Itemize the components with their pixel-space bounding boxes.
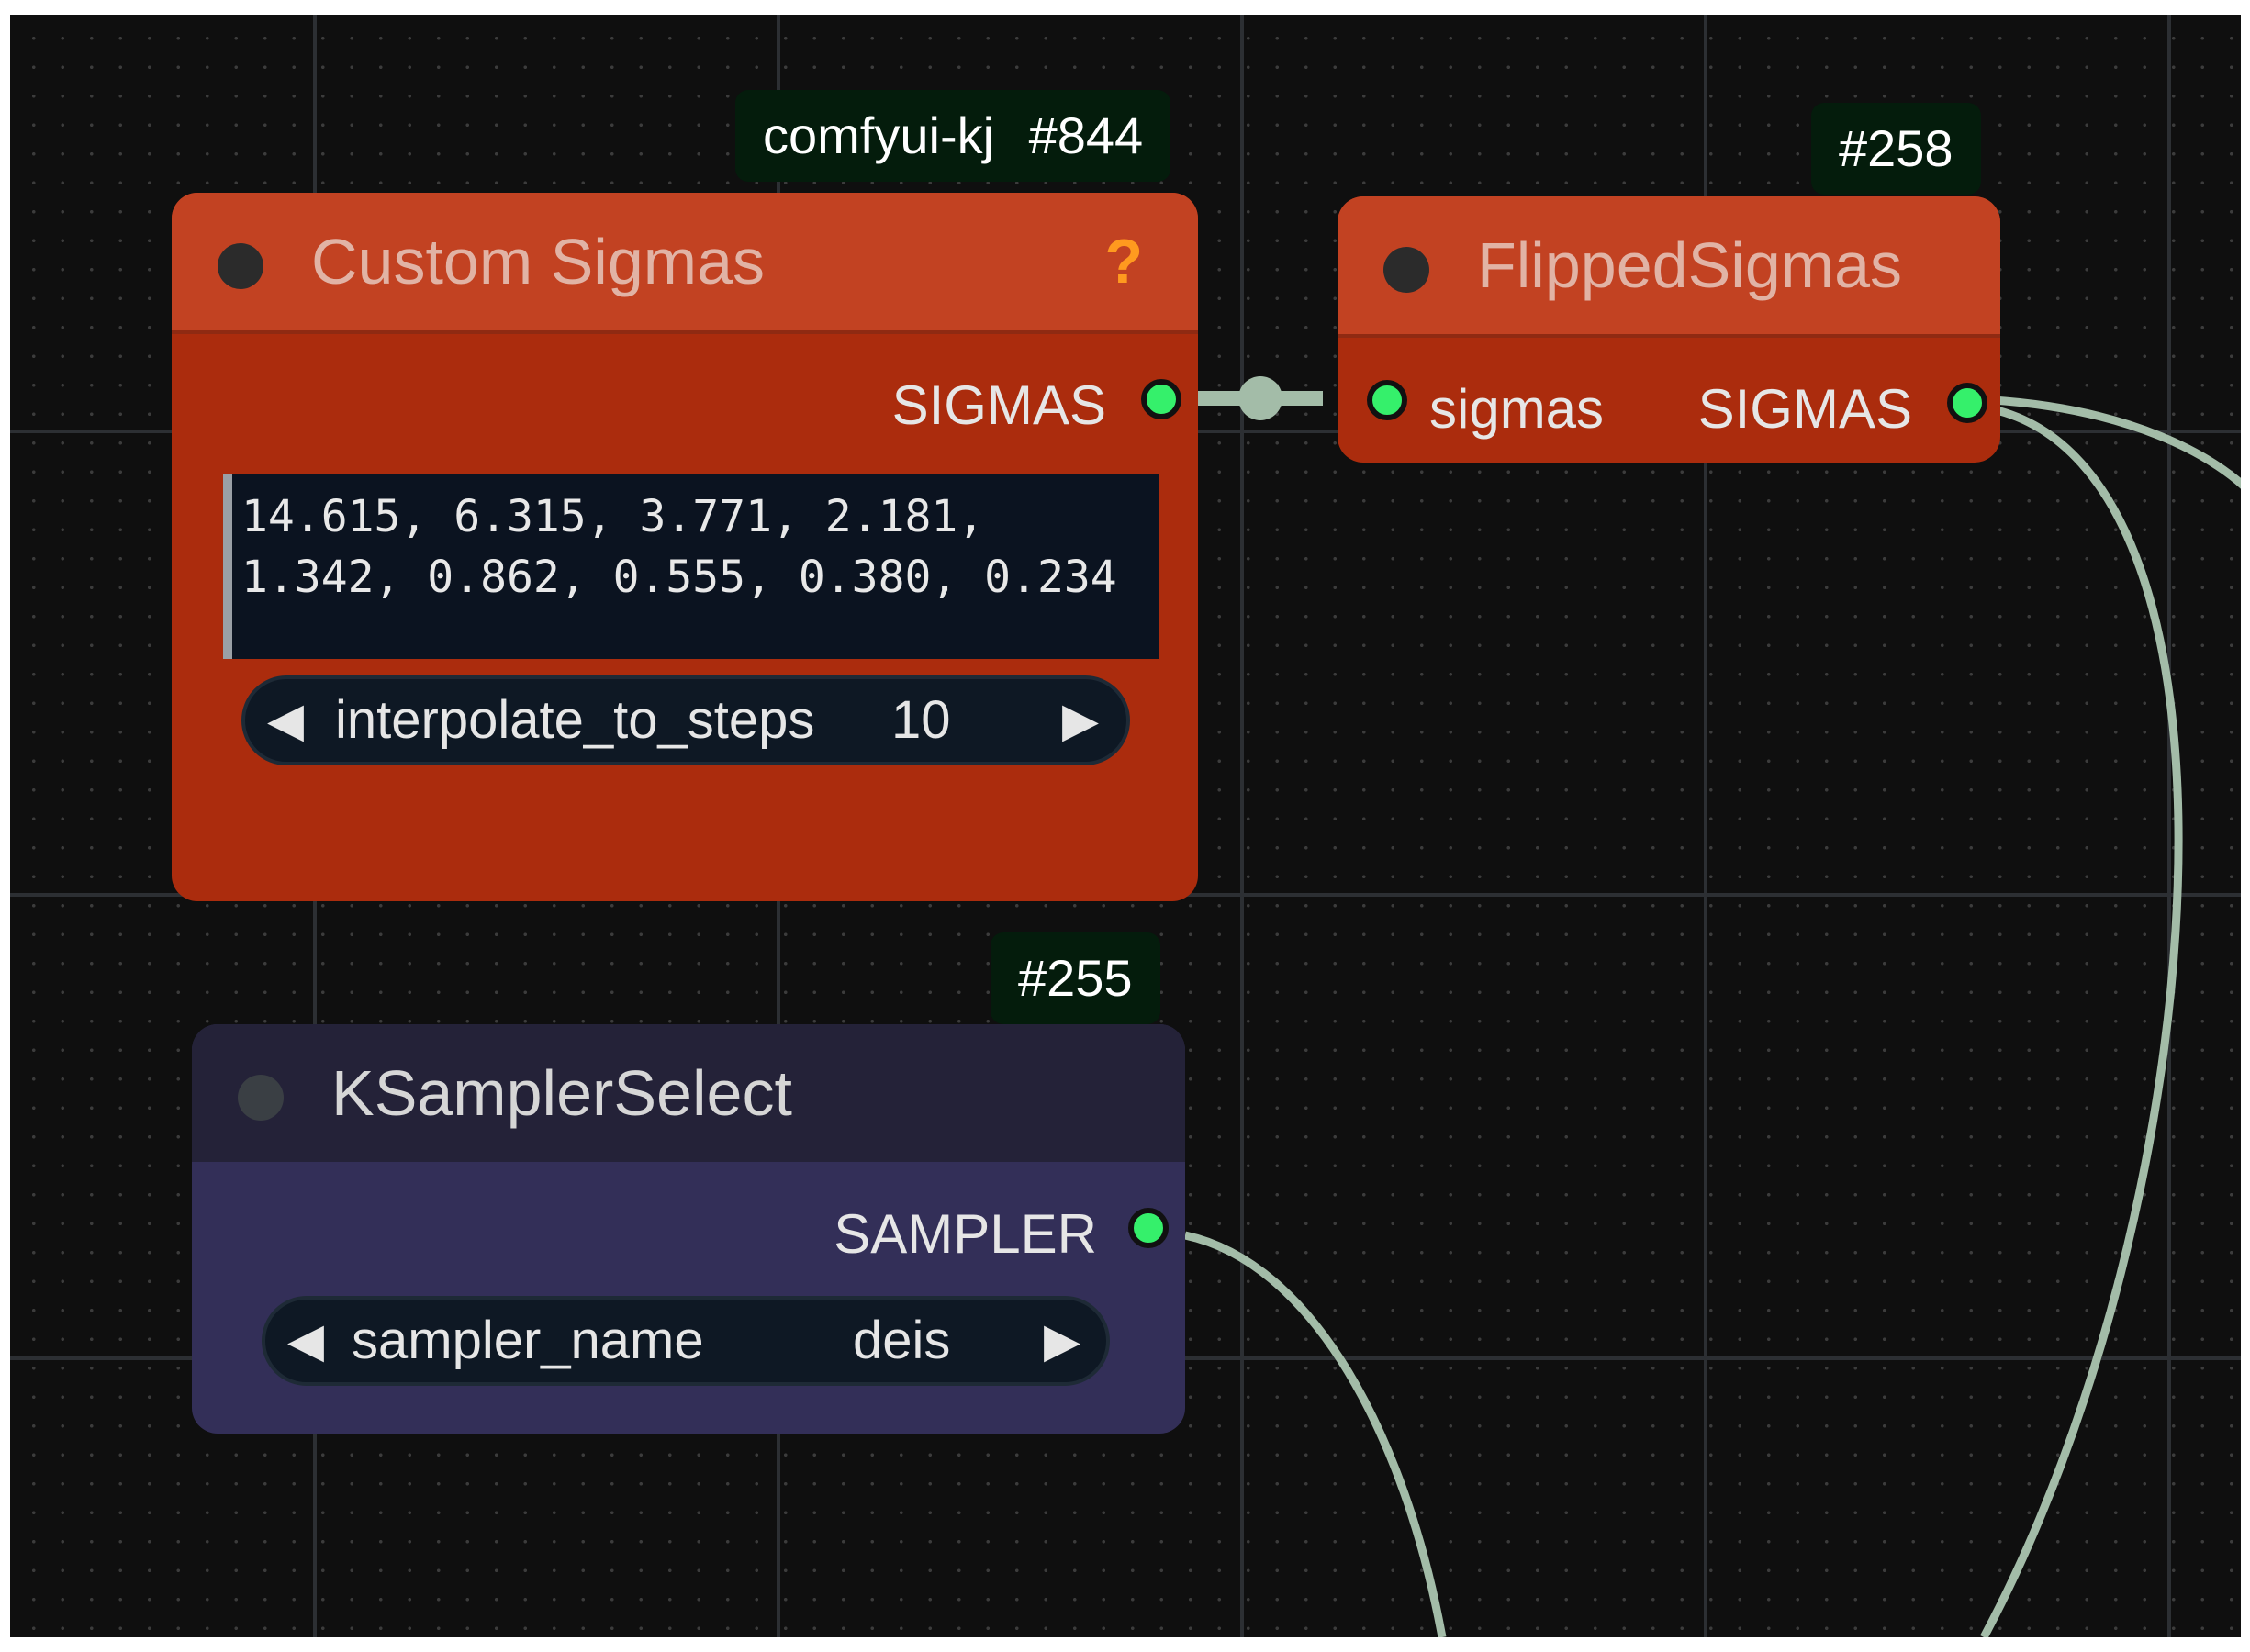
sigmas-textarea[interactable]: 14.615, 6.315, 3.771, 2.181, 1.342, 0.86… xyxy=(223,474,1159,659)
output-label-sigmas: SIGMAS xyxy=(891,374,1106,436)
output-label-sampler: SAMPLER xyxy=(834,1203,1097,1265)
badge-node-id: #255 xyxy=(1018,949,1133,1007)
node-title-bar[interactable]: KSamplerSelect xyxy=(192,1024,1185,1162)
node-graph-canvas[interactable]: comfyui-kj #844 Custom Sigmas ? SIGMAS 1… xyxy=(10,15,2241,1637)
badge-pack-name: comfyui-kj xyxy=(763,106,995,164)
node-title-bar[interactable]: FlippedSigmas xyxy=(1338,196,2000,338)
link-sampler-output xyxy=(1184,1231,1447,1637)
badge-node-id: #844 xyxy=(1028,106,1144,164)
badge-node-id: #258 xyxy=(1839,119,1953,177)
interpolate-steps-widget[interactable]: ◀ interpolate_to_steps 10 ▶ xyxy=(241,675,1130,765)
node-title: Custom Sigmas xyxy=(311,226,766,297)
link-flipped-output-b xyxy=(1980,405,2183,1637)
decrement-arrow-icon[interactable]: ◀ xyxy=(267,679,304,762)
node-ksampler-select[interactable]: KSamplerSelect SAMPLER ◀ sampler_name de… xyxy=(192,1024,1185,1434)
output-slot-sampler[interactable] xyxy=(1128,1208,1169,1248)
input-label-sigmas: sigmas xyxy=(1429,378,1605,440)
output-label-sigmas: SIGMAS xyxy=(1697,378,1912,440)
link-midpoint-handle xyxy=(1238,376,1282,420)
widget-label: interpolate_to_steps xyxy=(335,690,815,750)
node-flipped-sigmas[interactable]: FlippedSigmas sigmas SIGMAS xyxy=(1338,196,2000,463)
link-flipped-output-a xyxy=(1992,396,2241,489)
node-badge-ksampler-select: #255 xyxy=(991,932,1160,1024)
sampler-name-widget[interactable]: ◀ sampler_name deis ▶ xyxy=(262,1296,1110,1386)
widget-value[interactable]: deis xyxy=(853,1300,950,1382)
collapse-dot-icon[interactable] xyxy=(218,243,263,289)
node-custom-sigmas[interactable]: Custom Sigmas ? SIGMAS 14.615, 6.315, 3.… xyxy=(172,193,1198,901)
widget-label: sampler_name xyxy=(352,1311,704,1370)
node-badge-custom-sigmas: comfyui-kj #844 xyxy=(735,90,1171,182)
node-title-bar[interactable]: Custom Sigmas ? xyxy=(172,193,1198,334)
output-slot-sigmas[interactable] xyxy=(1947,383,1987,423)
node-badge-flipped-sigmas: #258 xyxy=(1811,103,1981,195)
collapse-dot-icon[interactable] xyxy=(1383,247,1429,293)
node-title: FlippedSigmas xyxy=(1477,229,1902,301)
input-slot-sigmas[interactable] xyxy=(1367,380,1407,420)
widget-value[interactable]: 10 xyxy=(891,679,951,762)
collapse-dot-icon[interactable] xyxy=(238,1075,284,1121)
output-slot-sigmas[interactable] xyxy=(1141,379,1181,419)
node-title: KSamplerSelect xyxy=(331,1057,792,1129)
help-icon[interactable]: ? xyxy=(1104,193,1143,330)
increment-arrow-icon[interactable]: ▶ xyxy=(1062,679,1099,762)
increment-arrow-icon[interactable]: ▶ xyxy=(1044,1300,1080,1382)
decrement-arrow-icon[interactable]: ◀ xyxy=(287,1300,324,1382)
